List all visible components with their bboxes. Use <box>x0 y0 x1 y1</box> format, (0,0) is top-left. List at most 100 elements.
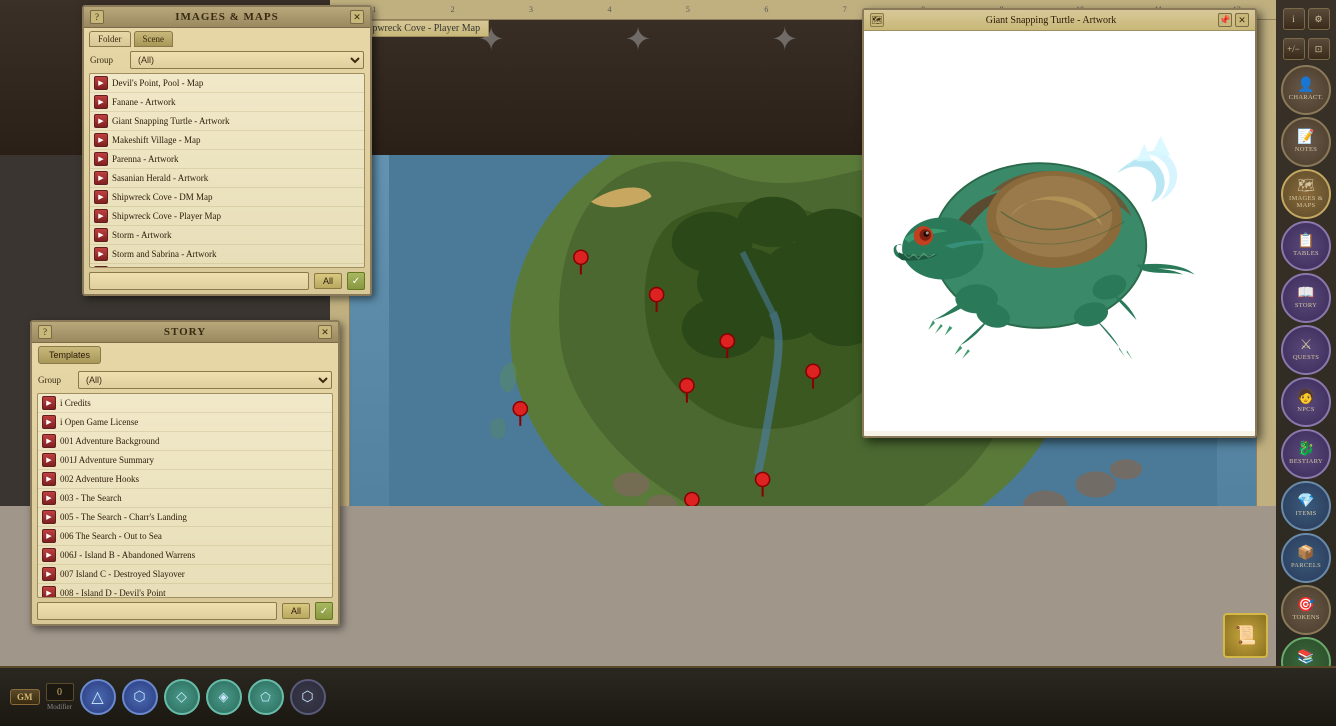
list-item[interactable]: ▶ Shipwreck Cove - DM Map <box>90 188 364 207</box>
parcels-icon: 📦 <box>1297 547 1314 561</box>
item-icon: ▶ <box>42 453 56 467</box>
item-text: Giant Snapping Turtle - Artwork <box>112 116 230 126</box>
dice-d6-button[interactable]: ⬡ <box>122 679 158 715</box>
sidebar-btn-story[interactable]: 📖 Story <box>1281 273 1331 323</box>
tables-icon: 📋 <box>1297 235 1314 249</box>
item-text: Shipwreck Cove - DM Map <box>112 192 213 202</box>
item-icon: ▶ <box>42 567 56 581</box>
sidebar-btn-character[interactable]: 👤 Charact. <box>1281 65 1331 115</box>
item-icon: ▶ <box>94 209 108 223</box>
scroll-button[interactable]: 📜 <box>1223 613 1268 658</box>
story-footer: All ✓ <box>32 598 338 624</box>
list-item[interactable]: ▶ Sasanian Herald - Artwork <box>90 169 364 188</box>
item-icon: ▶ <box>42 472 56 486</box>
images-maps-tabs: Folder Scene <box>84 28 370 47</box>
d10-icon: ◈ <box>219 689 229 705</box>
sidebar-small-btn-2[interactable]: ⚙ <box>1308 8 1330 30</box>
item-icon: ▶ <box>42 491 56 505</box>
list-item[interactable]: ▶ Shipwreck Cove - Player Map <box>90 207 364 226</box>
modifier-label: Modifier <box>47 703 72 711</box>
sidebar-btn-tables[interactable]: 📋 Tables <box>1281 221 1331 271</box>
list-item[interactable]: ▶ Parenna - Artwork <box>90 150 364 169</box>
sidebar-btn-quests[interactable]: ⚔ Quests <box>1281 325 1331 375</box>
item-text: Makeshift Village - Map <box>112 135 201 145</box>
images-group-select[interactable]: (All) <box>130 51 364 69</box>
images-search-input[interactable] <box>89 272 309 290</box>
images-maps-title-bar: ? Images & Maps ✕ <box>84 7 370 28</box>
ruler-num-2: 2 <box>413 5 491 14</box>
dice-d8-button[interactable]: ◇ <box>164 679 200 715</box>
quests-icon: ⚔ <box>1300 339 1313 353</box>
artwork-pin-button[interactable]: 📌 <box>1218 13 1232 27</box>
images-group-label: Group <box>90 55 125 65</box>
sidebar-top-icons-row2: +/− ⊡ <box>1280 35 1333 63</box>
templates-button[interactable]: Templates <box>38 346 101 364</box>
list-item[interactable]: ▶ 005 - The Search - Charr's Landing <box>38 508 332 527</box>
sidebar-small-btn-3[interactable]: ⊡ <box>1308 38 1330 60</box>
item-text: 006 The Search - Out to Sea <box>60 531 162 541</box>
tokens-label: Tokens <box>1292 614 1319 621</box>
list-item[interactable]: ▶ 006J - Island B - Abandoned Warrens <box>38 546 332 565</box>
list-item[interactable]: ▶ 001 Adventure Background <box>38 432 332 451</box>
sidebar-btn-images-maps[interactable]: 🗺 Images & Maps <box>1281 169 1331 219</box>
tab-scene[interactable]: Scene <box>134 31 174 47</box>
dice-d20-button[interactable]: ⬡ <box>290 679 326 715</box>
item-icon: ▶ <box>94 190 108 204</box>
story-group-select[interactable]: (All) <box>78 371 332 389</box>
sidebar-btn-npcs[interactable]: 🧑 NPCs <box>1281 377 1331 427</box>
sidebar-btn-items[interactable]: 💎 Items <box>1281 481 1331 531</box>
list-item[interactable]: ▶ Devil's Point, Pool - Map <box>90 74 364 93</box>
list-item[interactable]: ▶ 008 - Island D - Devil's Point <box>38 584 332 598</box>
dice-d10-button[interactable]: ◈ <box>206 679 242 715</box>
bottom-bar: GM 0 Modifier △ ⬡ ◇ ◈ ⬠ ⬡ <box>0 666 1336 726</box>
turtle-svg <box>884 76 1234 386</box>
list-item[interactable]: ▶ Storm - Artwork <box>90 226 364 245</box>
dice-d4-button[interactable]: △ <box>80 679 116 715</box>
modifier-value: 0 <box>46 683 74 701</box>
list-item[interactable]: ▶ 001J Adventure Summary <box>38 451 332 470</box>
close-images-button[interactable]: ✕ <box>350 10 364 24</box>
images-list[interactable]: ▶ Devil's Point, Pool - Map ▶ Fanane - A… <box>89 73 365 268</box>
list-item[interactable]: ▶ 002 Adventure Hooks <box>38 470 332 489</box>
artwork-panel: 🗺 Giant Snapping Turtle - Artwork 📌 ✕ <box>862 8 1257 438</box>
item-text: 003 - The Search <box>60 493 122 503</box>
sidebar-top-icons-row: i ⚙ <box>1280 5 1333 33</box>
sidebar-btn-notes[interactable]: 📝 Notes <box>1281 117 1331 167</box>
story-help-button[interactable]: ? <box>38 325 52 339</box>
dice-d12-button[interactable]: ⬠ <box>248 679 284 715</box>
story-all-button[interactable]: All <box>282 603 310 619</box>
sidebar-small-btn-1[interactable]: i <box>1283 8 1305 30</box>
list-item[interactable]: ▶ i Credits <box>38 394 332 413</box>
list-item[interactable]: ▶ 003 - The Search <box>38 489 332 508</box>
item-text: Storm - Artwork <box>112 230 172 240</box>
tables-label: Tables <box>1293 250 1319 257</box>
story-search-input[interactable] <box>37 602 277 620</box>
sidebar-zoom-in[interactable]: +/− <box>1283 38 1305 60</box>
list-item[interactable]: ▶ Makeshift Village - Map <box>90 131 364 150</box>
list-item[interactable]: ▶ 006 The Search - Out to Sea <box>38 527 332 546</box>
item-icon: ▶ <box>94 114 108 128</box>
list-item[interactable]: ▶ i Open Game License <box>38 413 332 432</box>
list-item[interactable]: ▶ Fanane - Artwork <box>90 93 364 112</box>
story-list[interactable]: ▶ i Credits ▶ i Open Game License ▶ 001 … <box>37 393 333 598</box>
story-title-bar: ? Story ✕ <box>32 322 338 343</box>
list-item[interactable]: ▶ Giant Snapping Turtle - Artwork <box>90 112 364 131</box>
npcs-label: NPCs <box>1297 406 1314 413</box>
list-item[interactable]: ▶ 007 Island C - Destroyed Slayover <box>38 565 332 584</box>
sidebar-btn-tokens[interactable]: 🎯 Tokens <box>1281 585 1331 635</box>
sidebar-btn-parcels[interactable]: 📦 Parcels <box>1281 533 1331 583</box>
help-button[interactable]: ? <box>90 10 104 24</box>
sidebar-btn-bestiary[interactable]: 🐉 Bestiary <box>1281 429 1331 479</box>
list-item[interactable]: ▶ Storm and Sabrina - Artwork <box>90 245 364 264</box>
tab-folder[interactable]: Folder <box>89 31 131 47</box>
item-text: 008 - Island D - Devil's Point <box>60 588 166 598</box>
artwork-title: Giant Snapping Turtle - Artwork <box>986 15 1117 26</box>
item-icon: ▶ <box>94 152 108 166</box>
item-icon: ▶ <box>94 247 108 261</box>
item-text: 002 Adventure Hooks <box>60 474 139 484</box>
story-confirm-button[interactable]: ✓ <box>315 602 333 620</box>
images-all-button[interactable]: All <box>314 273 342 289</box>
artwork-close-button[interactable]: ✕ <box>1235 13 1249 27</box>
close-story-button[interactable]: ✕ <box>318 325 332 339</box>
images-confirm-button[interactable]: ✓ <box>347 272 365 290</box>
